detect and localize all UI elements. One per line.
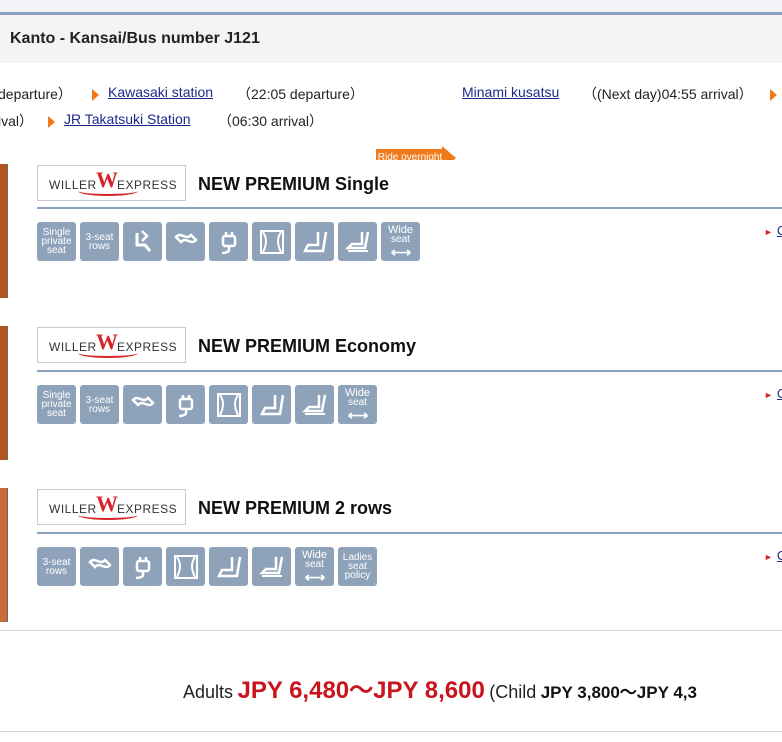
- plan-detail-link[interactable]: ► C: [764, 548, 782, 563]
- link-arrow-icon: ►: [764, 552, 773, 562]
- wide-seat-icon: Wide seat: [338, 385, 377, 424]
- leg-rest-icon: [252, 385, 291, 424]
- price-row: Adults JPY 6,480～JPY 8,600 (Child JPY 3,…: [183, 670, 697, 705]
- bus-thumbnail[interactable]: [0, 488, 8, 622]
- power-outlet-icon: [123, 547, 162, 586]
- arrival-time-text: ival）: [0, 113, 34, 129]
- 3-seat-rows-icon: 3-seat rows: [80, 385, 119, 424]
- arrival-time-text: （(Next day)04:55 arrival）: [583, 86, 753, 102]
- curtain-icon: [252, 222, 291, 261]
- top-border: [0, 0, 782, 15]
- 3-seat-rows-icon: 3-seat rows: [80, 222, 119, 261]
- willer-express-logo: WILLER W EXPRESS: [37, 327, 186, 363]
- child-fare-range: JPY 3,800～JPY 4,3: [540, 683, 697, 702]
- amenity-icons: Single private seat 3-seat rows Wide seat: [37, 385, 377, 424]
- icon-caption: rows: [88, 240, 111, 252]
- plan-name: NEW PREMIUM Single: [198, 174, 390, 194]
- plan-card: WILLER W EXPRESS NEW PREMIUM 2 rows 3-se…: [0, 474, 782, 631]
- plan-name: NEW PREMIUM Economy: [198, 336, 417, 356]
- curtain-icon: [209, 385, 248, 424]
- stop-link-kawasaki[interactable]: Kawasaki station: [108, 84, 213, 100]
- plan-detail-link-text[interactable]: C: [777, 386, 782, 401]
- icon-caption: seat: [47, 245, 66, 256]
- divider: [37, 207, 782, 209]
- blanket-icon: [80, 547, 119, 586]
- power-outlet-icon: [166, 385, 205, 424]
- route-stops: departure） Kawasaki station （22:05 depar…: [0, 63, 782, 170]
- single-private-seat-icon: Single private seat: [37, 385, 76, 424]
- plan-detail-link[interactable]: ► C: [764, 386, 782, 401]
- leg-rest-icon: [295, 222, 334, 261]
- bus-thumbnail[interactable]: [0, 164, 8, 298]
- departure-time-text: （22:05 departure）: [237, 86, 364, 102]
- leg-rest-icon: [209, 547, 248, 586]
- foot-rest-icon: [295, 385, 334, 424]
- wide-seat-icon: Wide seat: [381, 222, 420, 261]
- plan-card: WILLER W EXPRESS NEW PREMIUM Economy Sin…: [0, 312, 782, 475]
- power-outlet-icon: [209, 222, 248, 261]
- link-arrow-icon: ►: [764, 227, 773, 237]
- plan-detail-link-text[interactable]: C: [777, 223, 782, 238]
- curtain-icon: [166, 547, 205, 586]
- link-arrow-icon: ►: [764, 390, 773, 400]
- icon-caption: rows: [45, 565, 68, 577]
- blanket-icon: [166, 222, 205, 261]
- divider: [37, 532, 782, 534]
- amenity-icons: 3-seat rows Wide seat Ladies seat policy: [37, 547, 377, 586]
- arrow-right-icon: [92, 89, 99, 101]
- single-private-seat-icon: Single private seat: [37, 222, 76, 261]
- logo-swoosh: [78, 348, 138, 358]
- child-label: (Child: [489, 682, 537, 702]
- route-header: Kanto - Kansai/Bus number J121: [0, 15, 782, 64]
- plan-card: WILLER W EXPRESS NEW PREMIUM Single Sing…: [0, 160, 782, 313]
- foot-rest-icon: [252, 547, 291, 586]
- icon-caption: policy: [344, 570, 371, 581]
- stop-link-minami-kusatsu[interactable]: Minami kusatsu: [462, 84, 559, 100]
- icon-caption: rows: [88, 403, 111, 415]
- foot-rest-icon: [338, 222, 377, 261]
- wide-seat-icon: Wide seat: [295, 547, 334, 586]
- willer-express-logo: WILLER W EXPRESS: [37, 489, 186, 525]
- divider: [37, 370, 782, 372]
- icon-caption: seat: [305, 558, 324, 570]
- willer-express-logo: WILLER W EXPRESS: [37, 165, 186, 201]
- arrow-right-icon: [770, 89, 777, 101]
- blanket-icon: [123, 385, 162, 424]
- amenity-icons: Single private seat 3-seat rows Wide seat: [37, 222, 420, 261]
- adults-label: Adults: [183, 682, 234, 702]
- 3-seat-rows-icon: 3-seat rows: [37, 547, 76, 586]
- icon-caption: seat: [47, 408, 66, 419]
- stop-link-jr-takatsuki[interactable]: JR Takatsuki Station: [64, 111, 191, 127]
- arrow-right-icon: [48, 116, 55, 128]
- arrival-time-text: （06:30 arrival）: [218, 113, 324, 129]
- reclining-seat-icon: [123, 222, 162, 261]
- page-title: Kanto - Kansai/Bus number J121: [10, 30, 260, 47]
- price-summary: Adults JPY 6,480～JPY 8,600 (Child JPY 3,…: [0, 630, 782, 732]
- icon-caption: seat: [348, 396, 367, 408]
- adult-fare-range: JPY 6,480～JPY 8,600: [237, 677, 485, 704]
- ladies-seat-policy-icon: Ladies seat policy: [338, 547, 377, 586]
- plan-detail-link-text[interactable]: C: [777, 548, 782, 563]
- departure-time-text: departure）: [0, 86, 72, 102]
- bus-thumbnail[interactable]: [0, 326, 8, 460]
- plan-detail-link[interactable]: ► C: [764, 223, 782, 238]
- icon-caption: seat: [391, 233, 410, 245]
- logo-swoosh: [78, 186, 138, 196]
- logo-swoosh: [78, 510, 138, 520]
- plan-name: NEW PREMIUM 2 rows: [198, 498, 393, 518]
